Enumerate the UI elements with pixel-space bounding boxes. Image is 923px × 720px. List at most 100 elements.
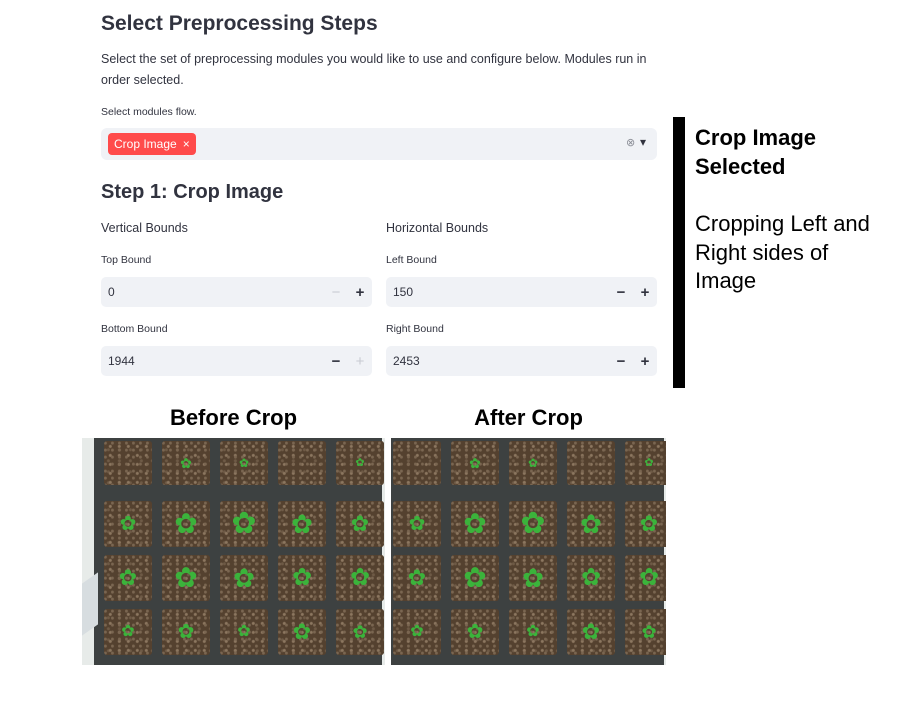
- tray-cell: ✿: [509, 609, 557, 655]
- soil: [278, 441, 326, 485]
- seedling-icon: ✿: [231, 507, 257, 540]
- tray-cell: ✿: [278, 609, 326, 655]
- bottom-bound-label: Bottom Bound: [101, 323, 168, 335]
- tray-cell: ✿: [278, 555, 326, 601]
- tray-cell: [393, 441, 441, 485]
- soil: [104, 441, 152, 485]
- annotation-title-line1: Crop Image: [695, 125, 817, 150]
- tray-cell: ✿: [393, 555, 441, 601]
- vertical-bounds-label: Vertical Bounds: [101, 221, 188, 235]
- tray-cell: ✿: [625, 501, 666, 547]
- plant-tray: ✿ ✿ ✿ ✿ ✿ ✿ ✿ ✿ ✿ ✿ ✿ ✿ ✿ ✿ ✿ ✿ ✿ ✿: [391, 438, 666, 665]
- tray-cell: [278, 441, 326, 485]
- after-crop-image: ✿ ✿ ✿ ✿ ✿ ✿ ✿ ✿ ✿ ✿ ✿ ✿ ✿ ✿ ✿ ✿ ✿ ✿: [391, 438, 666, 665]
- tray-cell: ✿: [509, 555, 557, 601]
- tray-cell: ✿: [451, 555, 499, 601]
- tray-cell: ✿: [104, 609, 152, 655]
- after-crop-label: After Crop: [474, 405, 583, 430]
- seedling-icon: ✿: [580, 509, 602, 539]
- right-bound-input[interactable]: 2453 − +: [386, 346, 657, 376]
- seedling-icon: ✿: [119, 513, 137, 535]
- plant-tray: ✿ ✿ ✿ ✿ ✿ ✿ ✿ ✿ ✿ ✿ ✿ ✿ ✿ ✿ ✿ ✿ ✿ ✿: [94, 438, 384, 665]
- seedling-icon: ✿: [237, 623, 251, 640]
- annotation-title-line2: Selected: [695, 154, 786, 179]
- seedling-icon: ✿: [118, 565, 138, 590]
- top-bound-decrement-button[interactable]: −: [324, 284, 348, 301]
- tray-cell: ✿: [220, 501, 268, 547]
- seedling-icon: ✿: [292, 619, 312, 644]
- seedling-icon: ✿: [466, 621, 484, 643]
- tray-cell: ✿: [104, 555, 152, 601]
- tag-remove-icon[interactable]: ×: [183, 137, 190, 151]
- bottom-bound-increment-button[interactable]: +: [348, 353, 372, 370]
- modules-multiselect[interactable]: Crop Image × ⊗ ▾: [101, 128, 657, 160]
- left-bound-input[interactable]: 150 − +: [386, 277, 657, 307]
- seedling-icon: ✿: [174, 508, 198, 539]
- bottom-bound-decrement-button[interactable]: −: [324, 353, 348, 370]
- seedling-icon: ✿: [638, 564, 660, 591]
- annotation-title: Crop Image Selected: [695, 123, 816, 181]
- tray-cell: ✿: [393, 501, 441, 547]
- seedling-icon: ✿: [355, 456, 365, 469]
- top-bound-increment-button[interactable]: +: [348, 284, 372, 301]
- tray-cell: ✿: [509, 501, 557, 547]
- bottom-bound-value[interactable]: 1944: [101, 354, 324, 368]
- seedling-icon: ✿: [350, 511, 370, 536]
- tray-cell: ✿: [336, 555, 384, 601]
- tray-cell: ✿: [451, 441, 499, 485]
- tray-cell: ✿: [220, 555, 268, 601]
- tray-cell: [104, 441, 152, 485]
- seedling-icon: ✿: [526, 623, 540, 640]
- annotation-body-line3: Image: [695, 268, 757, 293]
- tray-cell: ✿: [625, 441, 666, 485]
- tray-cell: ✿: [162, 609, 210, 655]
- seedling-icon: ✿: [349, 564, 371, 591]
- bottom-bound-input[interactable]: 1944 − +: [101, 346, 372, 376]
- clear-all-icon[interactable]: ⊗: [626, 136, 635, 149]
- tray-cell: ✿: [336, 441, 384, 485]
- tray-cell: ✿: [451, 501, 499, 547]
- seedling-icon: ✿: [291, 509, 313, 539]
- tray-cell: ✿: [451, 609, 499, 655]
- right-bound-decrement-button[interactable]: −: [609, 353, 633, 370]
- seedling-icon: ✿: [527, 456, 539, 470]
- tray-cell: ✿: [625, 609, 666, 655]
- seedling-icon: ✿: [410, 623, 424, 640]
- seedling-icon: ✿: [581, 619, 601, 644]
- tray-cell: ✿: [220, 441, 268, 485]
- left-bound-increment-button[interactable]: +: [633, 284, 657, 301]
- tray-cell: ✿: [104, 501, 152, 547]
- right-bound-value[interactable]: 2453: [386, 354, 609, 368]
- seedling-icon: ✿: [469, 455, 481, 471]
- seedling-icon: ✿: [352, 622, 368, 642]
- seedling-icon: ✿: [463, 508, 487, 539]
- seedling-icon: ✿: [121, 623, 135, 640]
- horizontal-bounds-label: Horizontal Bounds: [386, 221, 489, 235]
- page-title: Select Preprocessing Steps: [101, 12, 378, 35]
- seedling-icon: ✿: [641, 622, 657, 642]
- seedling-icon: ✿: [238, 456, 250, 470]
- annotation-body: Cropping Left and Right sides of Image: [695, 210, 870, 296]
- right-bound-increment-button[interactable]: +: [633, 353, 657, 370]
- tag-crop-image[interactable]: Crop Image ×: [108, 133, 196, 155]
- top-bound-label: Top Bound: [101, 254, 152, 266]
- chevron-down-icon[interactable]: ▾: [640, 135, 646, 149]
- section-description: Select the set of preprocessing modules …: [101, 52, 647, 87]
- seedling-icon: ✿: [408, 513, 426, 535]
- soil: [567, 441, 615, 485]
- tray-cell: ✿: [567, 609, 615, 655]
- left-bound-value[interactable]: 150: [386, 285, 609, 299]
- tray-cell: ✿: [336, 501, 384, 547]
- seedling-icon: ✿: [639, 511, 659, 536]
- before-crop-image: ✿ ✿ ✿ ✿ ✿ ✿ ✿ ✿ ✿ ✿ ✿ ✿ ✿ ✿ ✿ ✿ ✿ ✿: [82, 438, 385, 665]
- tag-label: Crop Image: [114, 137, 177, 151]
- tray-cell: ✿: [509, 441, 557, 485]
- tray-cell: ✿: [162, 555, 210, 601]
- left-bound-decrement-button[interactable]: −: [609, 284, 633, 301]
- top-bound-value[interactable]: 0: [101, 285, 324, 299]
- seedling-icon: ✿: [463, 562, 487, 593]
- seedling-icon: ✿: [522, 563, 544, 593]
- tray-cell: ✿: [220, 609, 268, 655]
- top-bound-input[interactable]: 0 − +: [101, 277, 372, 307]
- seedling-icon: ✿: [291, 564, 313, 591]
